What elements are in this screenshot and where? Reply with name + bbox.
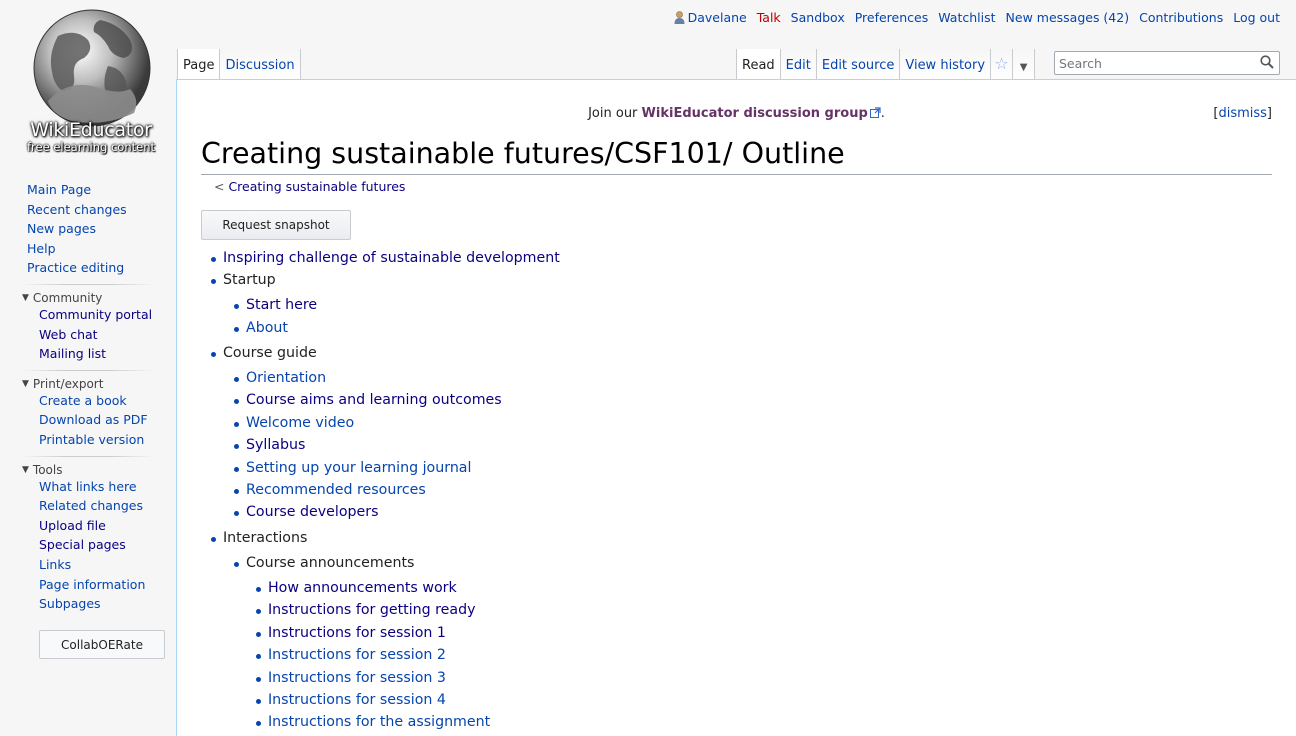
list-item-link[interactable]: Welcome video (234, 414, 354, 432)
sidebar-item-main-page[interactable]: Main Page (27, 180, 176, 200)
sidebar-item-practice-editing[interactable]: Practice editing (27, 258, 176, 278)
tab-discussion[interactable]: Discussion (220, 49, 301, 80)
search-box (1054, 51, 1280, 75)
tab-view-history[interactable]: View history (900, 49, 992, 80)
list-item-link[interactable]: Course aims and learning outcomes (234, 391, 502, 409)
list-item-link[interactable]: Recommended resources (234, 481, 426, 499)
new-messages-link[interactable]: New messages (42) (1006, 10, 1130, 25)
portal-print-export: ▼ Print/export Create a book Download as… (0, 369, 176, 450)
logo-title: WikiEducator (30, 119, 152, 141)
sidebar-item-related-changes[interactable]: Related changes (39, 496, 176, 516)
user-icon (674, 11, 685, 24)
list-item: Course guide (211, 344, 317, 362)
search-input[interactable] (1055, 52, 1259, 74)
list-item-link[interactable]: Instructions for session 1 (256, 624, 446, 642)
portal-tools: ▼ Tools What links here Related changes … (0, 455, 176, 614)
portal-community: ▼ Community Community portal Web chat Ma… (0, 283, 176, 364)
discussion-group-link[interactable]: WikiEducator discussion group (642, 106, 868, 121)
dismiss-link[interactable]: dismiss (1218, 106, 1266, 121)
sidebar-item-create-book[interactable]: Create a book (39, 391, 176, 411)
list-item-link[interactable]: About (234, 319, 288, 337)
view-tabs: Read Edit Edit source View history ☆ ▼ (736, 42, 1036, 80)
collaborate-button[interactable]: CollabOERate (39, 630, 165, 659)
sandbox-link[interactable]: Sandbox (791, 10, 845, 25)
preferences-link[interactable]: Preferences (855, 10, 929, 25)
list-item-link[interactable]: Syllabus (234, 436, 305, 454)
talk-link[interactable]: Talk (757, 10, 781, 25)
portal-community-header[interactable]: ▼ Community (22, 283, 154, 305)
list-item-link[interactable]: Instructions for the assignment (256, 713, 490, 731)
tab-edit[interactable]: Edit (780, 49, 817, 80)
sidebar-item-help[interactable]: Help (27, 239, 176, 259)
portal-tools-header[interactable]: ▼ Tools (22, 455, 154, 477)
sidebar-item-subpages[interactable]: Subpages (39, 594, 176, 614)
portal-print-title: Print/export (32, 376, 104, 391)
site-notice: Join our WikiEducator discussion group . (177, 106, 1296, 121)
username-link[interactable]: Davelane (688, 10, 747, 25)
sidebar-item-upload-file[interactable]: Upload file (39, 516, 176, 536)
chevron-down-icon: ▼ (22, 292, 29, 303)
list-item: Startup (211, 271, 276, 289)
more-menu-chevron-down-icon[interactable]: ▼ (1013, 49, 1036, 80)
tab-read[interactable]: Read (736, 49, 781, 80)
search-icon[interactable] (1260, 55, 1274, 69)
content-area: Join our WikiEducator discussion group .… (176, 79, 1296, 736)
contributions-link[interactable]: Contributions (1139, 10, 1223, 25)
tab-page[interactable]: Page (177, 49, 221, 80)
portal-print-header[interactable]: ▼ Print/export (22, 369, 154, 391)
portal-tools-title: Tools (32, 462, 63, 477)
logo-subtitle: free elearning content (26, 140, 155, 154)
sidebar-item-community-portal[interactable]: Community portal (39, 305, 176, 325)
list-item: Course announcements (234, 554, 414, 572)
list-item-link[interactable]: How announcements work (256, 579, 457, 597)
breadcrumb-prefix: < (214, 179, 229, 194)
sidebar-item-download-pdf[interactable]: Download as PDF (39, 410, 176, 430)
user-link[interactable]: Davelane (674, 10, 747, 25)
site-logo[interactable]: WikiEducator free elearning content (12, 2, 164, 160)
list-item-link[interactable]: Orientation (234, 369, 326, 387)
list-item-link[interactable]: Instructions for session 2 (256, 646, 446, 664)
watchlist-link[interactable]: Watchlist (938, 10, 995, 25)
portal-community-title: Community (32, 290, 103, 305)
request-snapshot-button[interactable]: Request snapshot (201, 210, 351, 240)
list-item: Interactions (211, 529, 307, 547)
chevron-down-icon: ▼ (22, 464, 29, 475)
notice-suffix: . (880, 106, 885, 121)
breadcrumb-link[interactable]: Creating sustainable futures (228, 179, 405, 194)
sidebar-item-web-chat[interactable]: Web chat (39, 325, 176, 345)
sidebar-item-what-links-here[interactable]: What links here (39, 477, 176, 497)
list-item-link[interactable]: Start here (234, 296, 317, 314)
globe-hand-icon (33, 9, 151, 127)
watch-star-icon[interactable]: ☆ (991, 49, 1014, 80)
page-title: Creating sustainable futures/CSF101/ Out… (201, 135, 1272, 175)
list-item-link[interactable]: Instructions for session 3 (256, 669, 446, 687)
breadcrumb: < Creating sustainable futures (214, 179, 405, 194)
logout-link[interactable]: Log out (1233, 10, 1280, 25)
sidebar-item-recent-changes[interactable]: Recent changes (27, 200, 176, 220)
list-item-link[interactable]: Inspiring challenge of sustainable devel… (211, 249, 560, 267)
sidebar-item-special-pages[interactable]: Special pages (39, 535, 176, 555)
sidebar-item-printable-version[interactable]: Printable version (39, 430, 176, 450)
sidebar-item-links[interactable]: Links (39, 555, 176, 575)
notice-text: Join our (588, 106, 642, 121)
sidebar-item-new-pages[interactable]: New pages (27, 219, 176, 239)
list-item-link[interactable]: Setting up your learning journal (234, 459, 471, 477)
list-item-link[interactable]: Instructions for session 4 (256, 691, 446, 709)
chevron-down-icon: ▼ (22, 378, 29, 389)
list-item-link[interactable]: Course developers (234, 503, 378, 521)
personal-tools: Davelane Talk Sandbox Preferences Watchl… (674, 10, 1280, 25)
namespace-tabs: Page Discussion (177, 42, 301, 80)
list-item-link[interactable]: Instructions for getting ready (256, 601, 476, 619)
sidebar-item-mailing-list[interactable]: Mailing list (39, 344, 176, 364)
sidebar-item-page-information[interactable]: Page information (39, 575, 176, 595)
sidebar: Main Page Recent changes New pages Help … (0, 180, 176, 614)
tab-edit-source[interactable]: Edit source (816, 49, 901, 80)
dismiss-notice: [dismiss] (1213, 106, 1272, 121)
external-link-icon (869, 107, 881, 118)
sidebar-navigation: Main Page Recent changes New pages Help … (0, 180, 176, 278)
